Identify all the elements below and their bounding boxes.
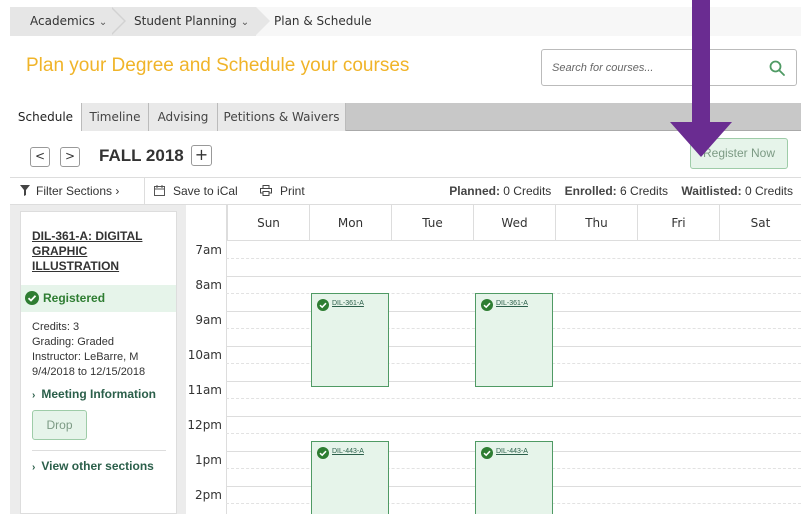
time-label: 1pm <box>195 453 222 467</box>
day-header-sun: Sun <box>227 205 309 241</box>
calendar-event[interactable]: DIL-443-A <box>475 441 553 514</box>
event-course-label[interactable]: DIL-361-A <box>496 300 528 307</box>
breadcrumb-student-planning[interactable]: Student Planning ⌄ <box>134 7 249 36</box>
course-instructor: Instructor: LeBarre, M <box>32 351 139 363</box>
time-label: 11am <box>187 383 222 397</box>
chevron-right-icon: › <box>32 390 36 401</box>
registered-status-bar: Registered <box>21 285 176 312</box>
calendar-event[interactable]: DIL-443-A <box>311 441 389 514</box>
day-header-sat: Sat <box>719 205 801 241</box>
day-header-wed: Wed <box>473 205 555 241</box>
tab-petitions-waivers[interactable]: Petitions & Waivers <box>218 103 346 131</box>
half-hour-gridline <box>226 398 801 399</box>
check-circle-icon <box>317 299 329 311</box>
check-circle-icon <box>317 447 329 459</box>
breadcrumb-academics[interactable]: Academics ⌄ <box>30 7 107 36</box>
filter-sections-button[interactable]: Filter Sections › <box>20 184 119 198</box>
time-label: 9am <box>195 313 222 327</box>
add-term-button[interactable]: + <box>191 145 212 166</box>
printer-icon <box>260 185 272 196</box>
print-button[interactable]: Print <box>260 184 305 198</box>
time-label: 2pm <box>195 488 222 502</box>
meeting-information-link[interactable]: › Meeting Information <box>32 387 156 401</box>
tab-advising[interactable]: Advising <box>149 103 218 131</box>
day-header-thu: Thu <box>555 205 637 241</box>
waitlisted-credits: 0 Credits <box>744 184 793 198</box>
day-header-mon: Mon <box>309 205 391 241</box>
time-label: 7am <box>195 243 222 257</box>
breadcrumb-separator <box>110 7 124 35</box>
next-term-button[interactable]: > <box>60 147 80 167</box>
time-label: 12pm <box>187 418 222 432</box>
course-grading: Grading: Graded <box>32 336 114 348</box>
time-label: 8am <box>195 278 222 292</box>
drop-button[interactable]: Drop <box>32 410 87 440</box>
tab-timeline[interactable]: Timeline <box>82 103 149 131</box>
day-header-tue: Tue <box>391 205 473 241</box>
previous-term-button[interactable]: < <box>30 147 50 167</box>
course-title-link[interactable]: DIL-361-A: DIGITAL GRAPHIC ILLUSTRATION <box>32 229 172 274</box>
page-title: Plan your Degree and Schedule your cours… <box>26 55 410 76</box>
filter-icon <box>20 185 30 196</box>
event-course-label[interactable]: DIL-443-A <box>332 448 364 455</box>
check-circle-icon <box>481 447 493 459</box>
search-icon[interactable] <box>768 59 786 77</box>
breadcrumb-plan-schedule: Plan & Schedule <box>274 14 372 28</box>
half-hour-gridline <box>226 258 801 259</box>
registered-label: Registered <box>43 291 106 305</box>
schedule-toolbar: Filter Sections › Save to iCal Print Pla… <box>10 177 801 205</box>
tab-schedule[interactable]: Schedule <box>10 103 82 132</box>
event-course-label[interactable]: DIL-443-A <box>496 448 528 455</box>
check-circle-icon <box>481 299 493 311</box>
hour-gridline <box>226 276 801 277</box>
weekly-calendar: Sun Mon Tue Wed Thu Fri Sat 7am 8am 9am 10am 11am 12… <box>186 205 801 514</box>
chevron-down-icon: ⌄ <box>98 17 108 28</box>
event-course-label[interactable]: DIL-361-A <box>332 300 364 307</box>
time-label: 10am <box>187 348 222 362</box>
toolbar-divider <box>144 178 145 205</box>
calendar-event[interactable]: DIL-361-A <box>311 293 389 387</box>
planned-credits: 0 Credits <box>503 184 552 198</box>
card-divider <box>32 450 166 451</box>
hour-gridline <box>226 416 801 417</box>
chevron-right-icon: › <box>32 462 36 473</box>
check-circle-icon <box>25 291 39 305</box>
save-to-ical-button[interactable]: Save to iCal <box>154 184 238 198</box>
chevron-down-icon: ⌄ <box>240 17 250 28</box>
breadcrumb-separator <box>256 7 270 35</box>
credits-summary: Planned: 0 Credits Enrolled: 6 Credits W… <box>449 184 793 198</box>
course-card: DIL-361-A: DIGITAL GRAPHIC ILLUSTRATION … <box>20 211 177 514</box>
calendar-icon <box>154 185 165 196</box>
course-credits: Credits: 3 <box>32 321 80 333</box>
enrolled-credits: 6 Credits <box>620 184 669 198</box>
day-header-fri: Fri <box>637 205 719 241</box>
annotation-arrow-icon <box>670 0 732 157</box>
term-title: FALL 2018 <box>99 146 184 165</box>
course-dates: 9/4/2018 to 12/15/2018 <box>32 366 146 378</box>
calendar-event[interactable]: DIL-361-A <box>475 293 553 387</box>
view-other-sections-link[interactable]: › View other sections <box>32 459 154 473</box>
half-hour-gridline <box>226 433 801 434</box>
